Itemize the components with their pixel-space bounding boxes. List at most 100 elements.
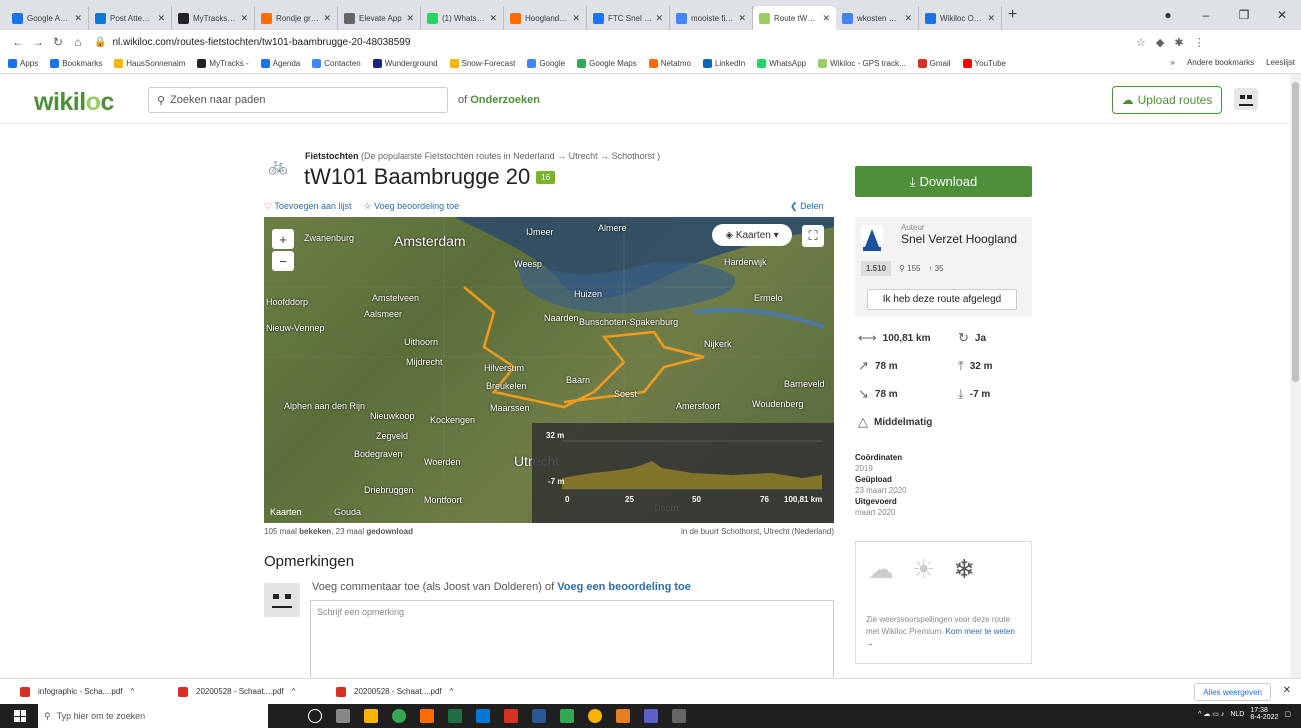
browser-tab[interactable]: Route tW101 ✕ [753, 6, 836, 30]
reload-icon[interactable]: ↻ [48, 35, 68, 49]
download-item[interactable]: 20200528 - Schaat....pdf ^ [336, 686, 474, 697]
zoom-in-button[interactable]: + [272, 229, 294, 249]
bookmark-item[interactable]: Snow-Forecast [449, 59, 515, 68]
other-bookmarks[interactable]: Andere bookmarks [1187, 58, 1254, 67]
new-tab-button[interactable]: + [1008, 6, 1017, 24]
search-input[interactable]: ⚲ Zoeken naar paden [148, 87, 448, 113]
tab-close-icon[interactable]: ✕ [323, 13, 331, 24]
add-to-list-link[interactable]: ♡ Toevoegen aan lijst [264, 201, 351, 212]
tab-close-icon[interactable]: ✕ [655, 13, 663, 24]
browser-tab[interactable]: Hoogland, Ut ✕ [504, 6, 587, 30]
tab-close-icon[interactable]: ✕ [406, 13, 414, 24]
explore-link[interactable]: Onderzoeken [470, 94, 540, 106]
taskbar-search[interactable]: ⚲ Typ hier om te zoeken [38, 704, 268, 728]
bookmark-item[interactable]: Google [527, 59, 565, 68]
comment-textarea[interactable]: Schrijf een opmerking [310, 600, 834, 680]
rate-link[interactable]: ☆ Voeg beoordeling toe [363, 201, 459, 212]
puzzle-icon[interactable]: ✱ [1174, 36, 1183, 49]
download-button[interactable]: ⤓ Download [855, 166, 1032, 197]
tab-close-icon[interactable]: ✕ [822, 13, 830, 24]
browser-tab[interactable]: Rondje grave ✕ [255, 6, 338, 30]
menu-icon[interactable]: ⋮ [1194, 36, 1205, 49]
restore-icon[interactable]: ❐ [1225, 8, 1263, 22]
upload-routes-button[interactable]: ☁ Upload routes [1112, 86, 1222, 114]
tab-close-icon[interactable]: ✕ [74, 13, 82, 24]
tab-close-icon[interactable]: ✕ [738, 13, 746, 24]
route-done-button[interactable]: Ik heb deze route afgelegd [867, 289, 1017, 310]
profile-icon[interactable]: ● [1149, 8, 1187, 22]
reading-list[interactable]: Leeslijst [1266, 58, 1295, 67]
outlook-icon[interactable] [476, 709, 490, 723]
route-map[interactable]: + − ◈ Kaarten ▾ ⛶ Amsterdam IJmeer Almere Z… [264, 217, 834, 523]
cortana-icon[interactable] [308, 709, 322, 723]
clock[interactable]: 17:38 8-4-2022 [1250, 707, 1278, 721]
browser-tab[interactable]: mooiste fiets ✕ [670, 6, 753, 30]
bookmark-item[interactable]: YouTube [962, 59, 1006, 68]
zoom-out-button[interactable]: − [272, 251, 294, 271]
close-icon[interactable]: ✕ [1263, 8, 1301, 22]
app-icon[interactable] [504, 709, 518, 723]
tab-close-icon[interactable]: ✕ [904, 13, 912, 24]
settings-icon[interactable] [672, 709, 686, 723]
extension-icon[interactable]: ◆ [1156, 36, 1164, 49]
chrome-icon[interactable] [392, 709, 406, 723]
map-layer-selector[interactable]: ◈ Kaarten ▾ [712, 224, 792, 246]
app-icon[interactable] [560, 709, 574, 723]
bookmark-item[interactable]: Netatmo [648, 59, 691, 68]
browser-tab[interactable]: (1) WhatsApp ✕ [421, 6, 504, 30]
bookmark-item[interactable]: Wunderground [372, 59, 438, 68]
excel-icon[interactable] [448, 709, 462, 723]
teams-icon[interactable] [644, 709, 658, 723]
star-icon[interactable]: ☆ [1136, 36, 1146, 49]
address-bar[interactable]: 🔒 nl.wikiloc.com/routes-fietstochten/tw1… [94, 31, 1124, 53]
download-item[interactable]: infographic - Scha....pdf ^ [20, 686, 158, 697]
author-name[interactable]: Snel Verzet Hoogland [901, 232, 1017, 246]
explorer-icon[interactable] [364, 709, 378, 723]
browser-tab[interactable]: Elevate App ✕ [338, 6, 421, 30]
bookmark-item[interactable]: Bookmarks [50, 59, 102, 68]
tab-close-icon[interactable]: ✕ [157, 13, 165, 24]
browser-tab[interactable]: wkosten wiki ✕ [836, 6, 919, 30]
tab-close-icon[interactable]: ✕ [489, 13, 497, 24]
bookmark-item[interactable]: Google Maps [577, 59, 637, 68]
back-icon[interactable]: ← [8, 35, 28, 49]
word-icon[interactable] [532, 709, 546, 723]
tab-close-icon[interactable]: ✕ [240, 13, 248, 24]
tab-close-icon[interactable]: ✕ [987, 13, 995, 24]
bookmark-item[interactable]: Apps [8, 59, 38, 68]
more-bookmarks-icon[interactable]: » [1170, 58, 1174, 67]
download-item[interactable]: 20200528 - Schaat....pdf ^ [178, 686, 316, 697]
bookmark-item[interactable]: LinkedIn [702, 59, 745, 68]
app-icon[interactable] [616, 709, 630, 723]
page-scrollbar[interactable] [1290, 74, 1301, 678]
minimize-icon[interactable]: – [1187, 8, 1225, 22]
tab-close-icon[interactable]: ✕ [572, 13, 580, 24]
wikiloc-logo[interactable]: wikiloc [34, 88, 114, 117]
forward-icon[interactable]: → [28, 35, 48, 49]
author-logo[interactable] [861, 225, 883, 255]
browser-tab[interactable]: Wikiloc Outd ✕ [919, 6, 1002, 30]
bookmark-item[interactable]: Wikiloc - GPS track... [818, 59, 906, 68]
bookmark-item[interactable]: HausSonnenalm [114, 59, 185, 68]
elevation-profile[interactable]: 32 m -7 m 0 25 50 76 100,81 km [532, 423, 834, 523]
bookmark-item[interactable]: Contacten [312, 59, 361, 68]
browser-tab[interactable]: FTC Snel Vers✕ [587, 6, 670, 30]
bookmark-item[interactable]: MyTracks - [197, 59, 249, 68]
bookmark-item[interactable]: Agenda [260, 59, 300, 68]
user-avatar[interactable] [1234, 88, 1258, 110]
home-icon[interactable]: ⌂ [68, 35, 88, 49]
windows-start-icon[interactable] [10, 706, 30, 726]
language-indicator[interactable]: NLD [1230, 711, 1244, 718]
browser-tab[interactable]: Google Agen ✕ [6, 6, 89, 30]
app-icon[interactable] [588, 709, 602, 723]
browser-tab[interactable]: MyTracks - m ✕ [172, 6, 255, 30]
taskview-icon[interactable] [336, 709, 350, 723]
show-all-button[interactable]: Alles weergeven [1194, 683, 1271, 701]
bookmark-item[interactable]: Gmail [917, 59, 951, 68]
browser-tab[interactable]: Post Attende ✕ [89, 6, 172, 30]
app-icon[interactable] [420, 709, 434, 723]
comment-rate-link[interactable]: Voeg een beoordeling toe [557, 581, 691, 593]
share-link[interactable]: ❮ Delen [790, 201, 824, 212]
fullscreen-button[interactable]: ⛶ [802, 225, 824, 247]
bookmark-item[interactable]: WhatsApp [757, 59, 806, 68]
